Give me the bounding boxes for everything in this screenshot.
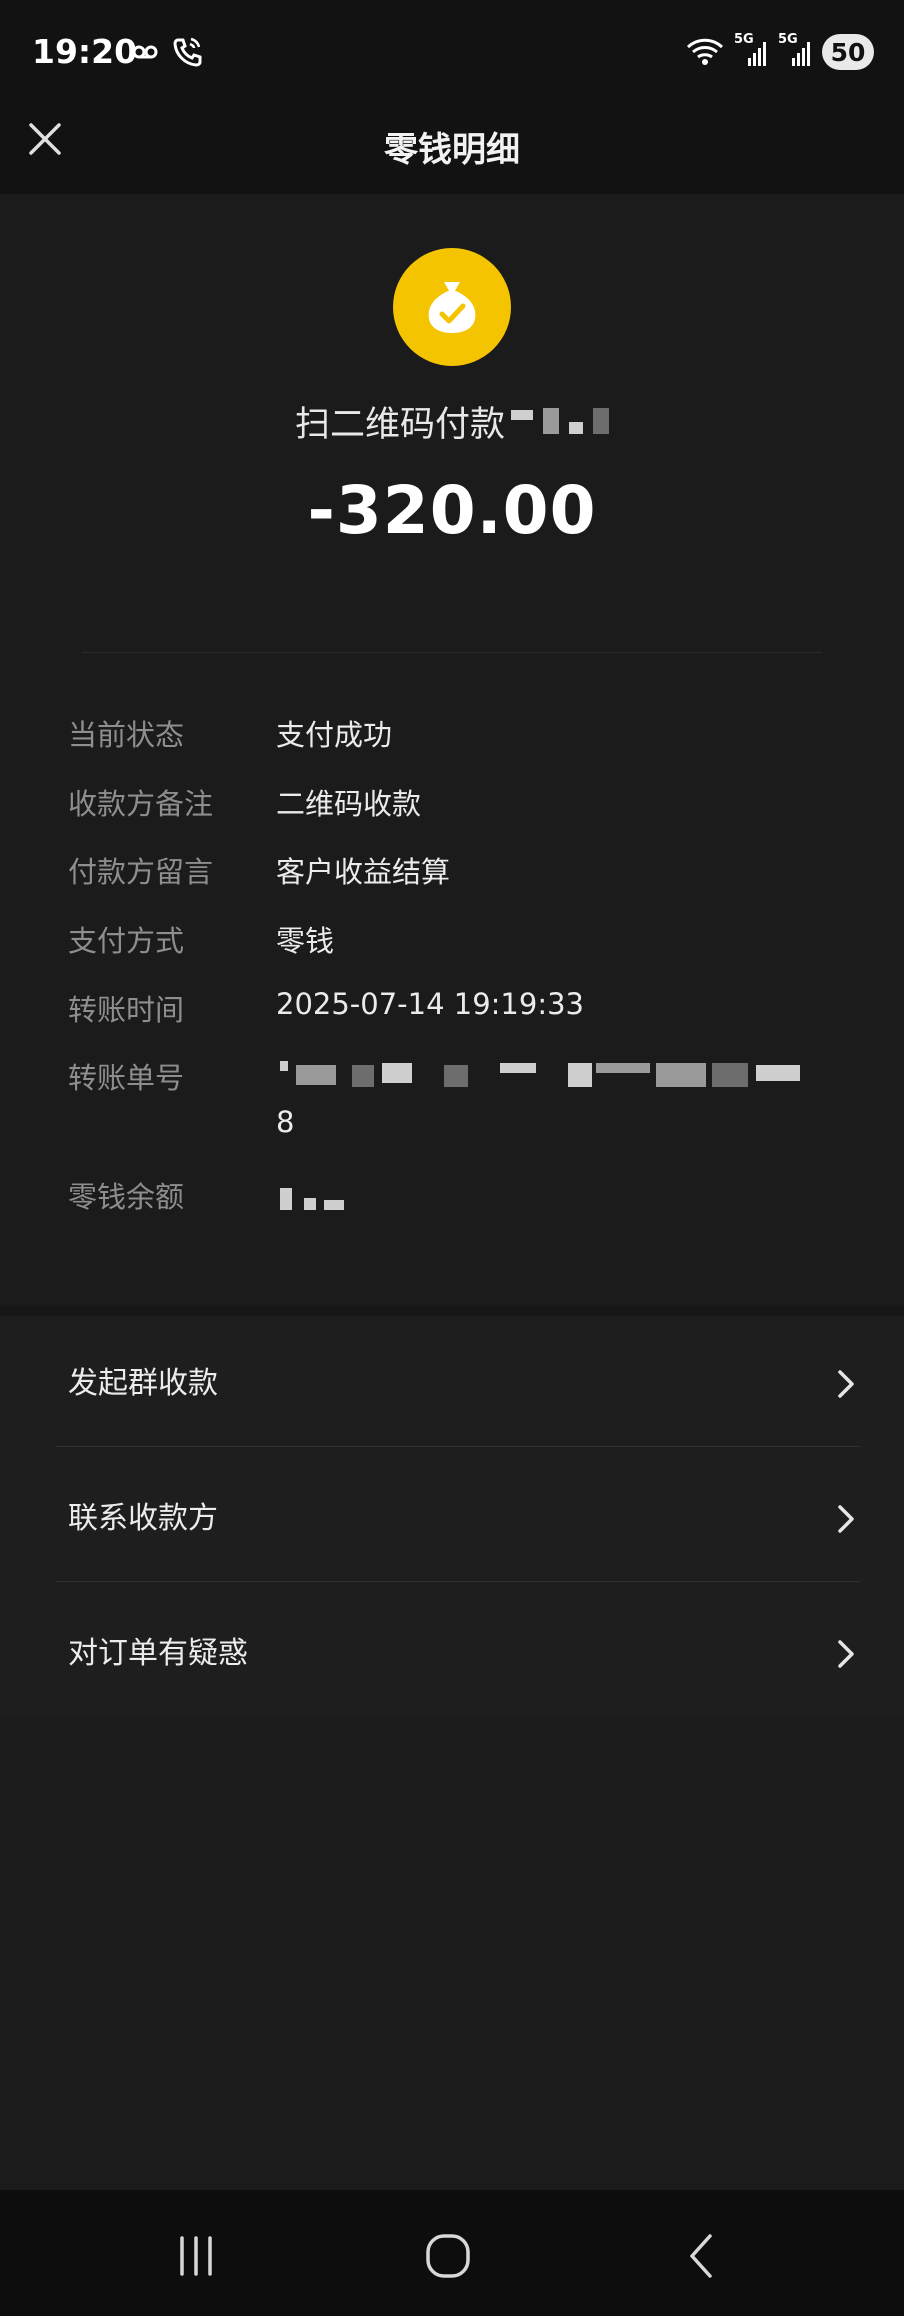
status-icons-right: 5G 5G 50	[686, 32, 874, 70]
signal-5g-icon: 5G	[778, 32, 812, 68]
detail-value: 2025-07-14 19:19:33	[276, 987, 584, 1021]
navigation-bar	[0, 2190, 904, 2316]
battery-icon: 50	[822, 34, 874, 70]
detail-label: 付款方留言	[68, 855, 214, 889]
action-contact-payee[interactable]: 联系收款方	[0, 1451, 904, 1585]
signal-5g-icon: 5G	[734, 32, 768, 68]
chevron-right-icon	[838, 1370, 854, 1398]
detail-value: 支付成功	[276, 718, 393, 752]
money-bag-check-icon	[393, 248, 511, 366]
page-title: 零钱明细	[384, 130, 520, 170]
detail-label: 零钱余额	[68, 1180, 185, 1214]
detail-label: 当前状态	[68, 718, 185, 752]
wifi-call-icon	[173, 37, 202, 67]
merchant-name: 扫二维码付款	[294, 404, 505, 445]
status-time: 19:20	[32, 32, 138, 71]
home-icon	[426, 2234, 470, 2278]
merchant-row: 扫二维码付款	[0, 396, 904, 446]
redacted-balance	[276, 1188, 396, 1218]
action-label: 联系收款方	[68, 1501, 218, 1536]
section-separator	[0, 1306, 904, 1316]
detail-value: 二维码收款	[276, 787, 422, 821]
redacted-text	[511, 408, 609, 434]
status-icons-left	[132, 36, 204, 68]
detail-row-transfer-id: 转账单号 8	[68, 1055, 864, 1145]
battery-level: 50	[830, 37, 866, 67]
amount: -320.00	[307, 472, 597, 549]
detail-row-status: 当前状态 支付成功	[68, 712, 864, 756]
detail-value: 8	[276, 1105, 295, 1139]
redacted-transfer-id	[276, 1061, 856, 1091]
chevron-right-icon	[838, 1640, 854, 1668]
action-label: 对订单有疑惑	[68, 1636, 248, 1671]
action-label: 发起群收款	[68, 1366, 218, 1401]
detail-label: 转账单号	[68, 1061, 185, 1095]
divider	[56, 1446, 860, 1447]
voicemail-icon	[132, 45, 158, 59]
detail-row-transfer-time: 转账时间 2025-07-14 19:19:33	[68, 987, 864, 1031]
divider	[56, 1581, 860, 1582]
action-group-collect[interactable]: 发起群收款	[0, 1316, 904, 1450]
recent-apps-button[interactable]	[166, 2226, 226, 2286]
back-icon	[690, 2234, 712, 2278]
detail-row-payer-message: 付款方留言 客户收益结算	[68, 849, 864, 893]
status-bar: 19:20 5G 5G 50	[0, 0, 904, 108]
detail-row-payee-note: 收款方备注 二维码收款	[68, 781, 864, 825]
action-order-question[interactable]: 对订单有疑惑	[0, 1586, 904, 1720]
detail-value: 零钱	[276, 924, 335, 958]
detail-label: 支付方式	[68, 924, 185, 958]
wifi-icon	[686, 38, 724, 65]
detail-value: 客户收益结算	[276, 855, 451, 889]
detail-row-payment-method: 支付方式 零钱	[68, 918, 864, 962]
detail-label: 收款方备注	[68, 787, 214, 821]
back-button[interactable]	[672, 2226, 732, 2286]
divider	[82, 652, 822, 653]
action-list: 发起群收款 联系收款方 对订单有疑惑	[0, 1316, 904, 1716]
chevron-right-icon	[838, 1505, 854, 1533]
recent-apps-icon	[180, 2236, 212, 2276]
home-button[interactable]	[418, 2226, 478, 2286]
title-bar: 零钱明细	[0, 108, 904, 194]
detail-label: 转账时间	[68, 993, 185, 1027]
detail-row-balance: 零钱余额	[68, 1174, 864, 1234]
